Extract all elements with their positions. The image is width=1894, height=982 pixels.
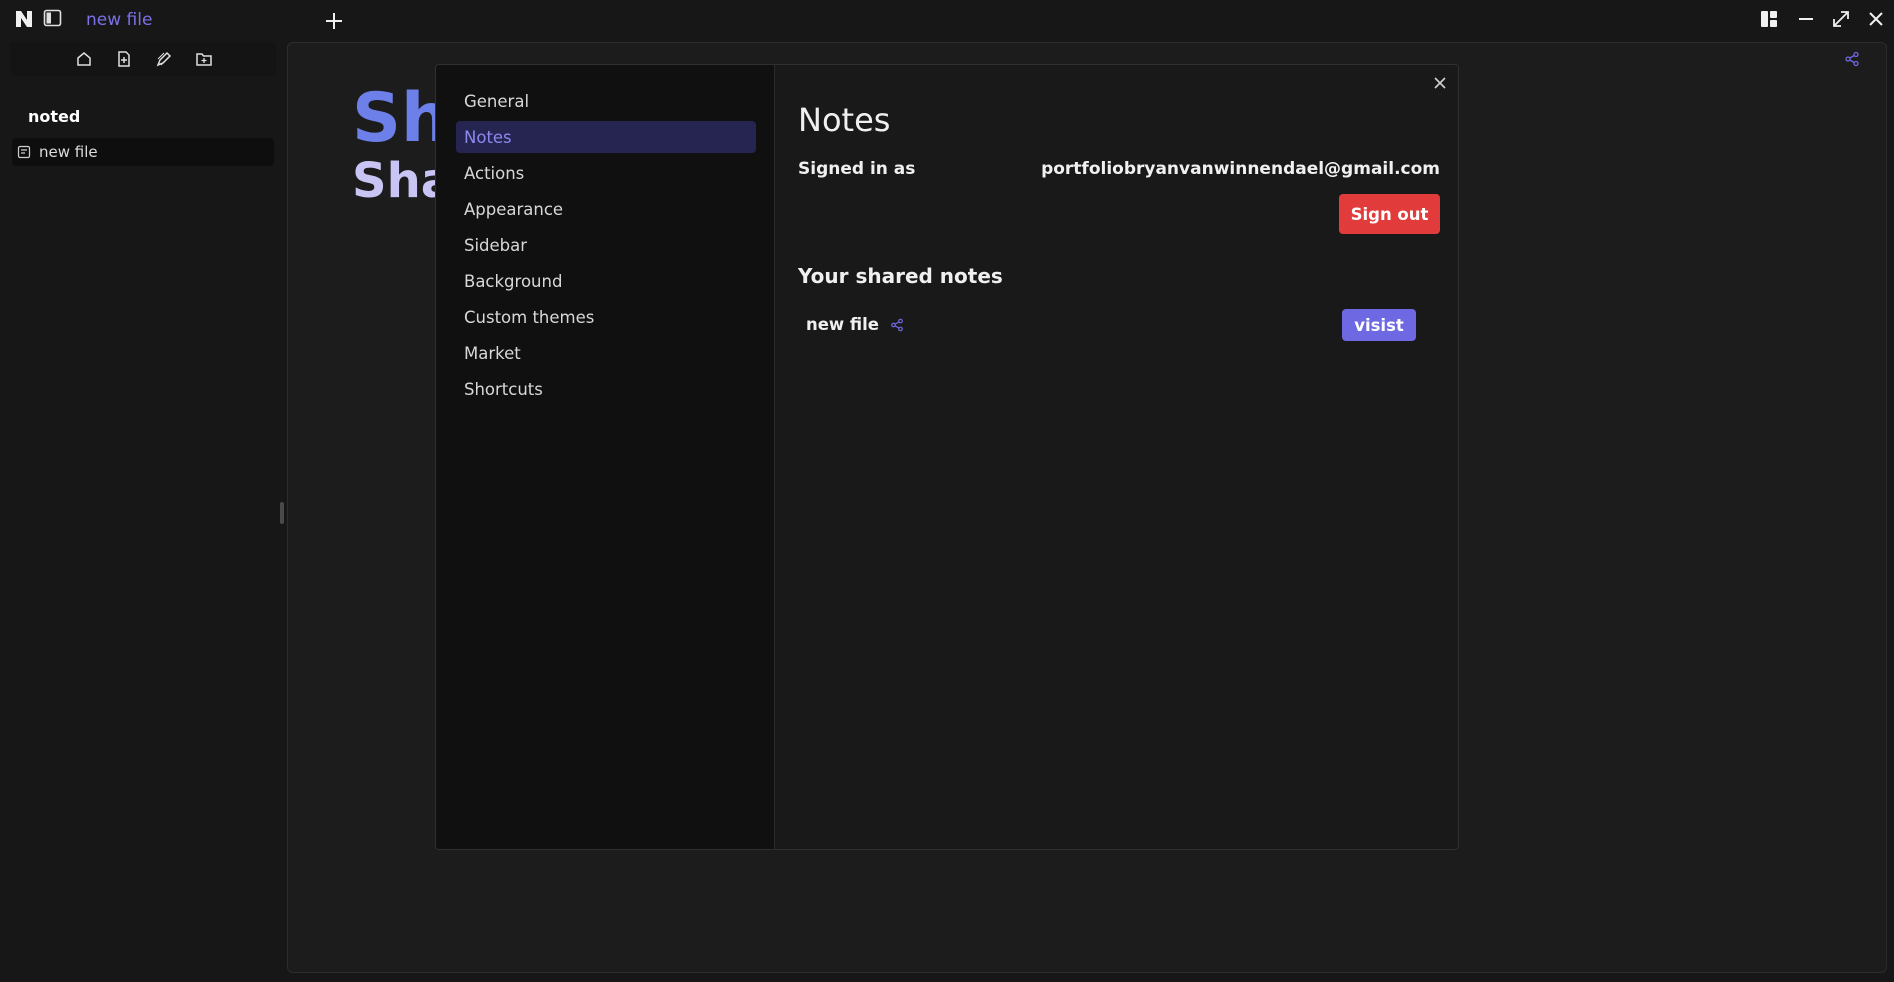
sidebar-resize-handle[interactable] xyxy=(280,502,284,524)
sidebar: noted new file xyxy=(0,42,286,982)
visit-shared-note-button[interactable]: visist xyxy=(1342,309,1416,341)
settings-nav-shortcuts[interactable]: Shortcuts xyxy=(456,373,756,405)
settings-nav-actions[interactable]: Actions xyxy=(456,157,756,189)
settings-content: Notes Signed in as portfoliobryanvanwinn… xyxy=(776,65,1458,849)
new-tab-plus-icon[interactable] xyxy=(322,9,346,33)
settings-page-title: Notes xyxy=(798,101,891,139)
sign-out-button[interactable]: Sign out xyxy=(1339,194,1440,234)
shared-note-row: new file visist xyxy=(806,309,1416,341)
note-file-icon xyxy=(17,145,31,159)
home-icon[interactable] xyxy=(75,50,93,68)
maximize-icon[interactable] xyxy=(1830,8,1852,30)
close-modal-icon[interactable] xyxy=(1430,73,1450,93)
app-window: new file noted new file Sh Sha General N… xyxy=(0,0,1894,982)
sidebar-file-item[interactable]: new file xyxy=(12,138,274,166)
sidebar-toggle-icon[interactable] xyxy=(43,9,62,27)
close-window-icon[interactable] xyxy=(1865,8,1887,30)
new-sketch-icon[interactable] xyxy=(155,50,173,68)
settings-nav-background[interactable]: Background xyxy=(456,265,756,297)
settings-nav-notes[interactable]: Notes xyxy=(456,121,756,153)
settings-nav-sidebar[interactable]: Sidebar xyxy=(456,229,756,261)
signed-in-label: Signed in as xyxy=(798,159,916,179)
signed-in-email: portfoliobryanvanwinnendael@gmail.com xyxy=(1041,159,1440,179)
workspace-name: noted xyxy=(28,107,81,126)
share-icon xyxy=(891,318,903,332)
sidebar-toolbar xyxy=(10,42,276,76)
title-bar: new file xyxy=(0,0,1894,42)
new-note-icon[interactable] xyxy=(115,50,133,68)
settings-nav: General Notes Actions Appearance Sidebar… xyxy=(436,65,775,849)
active-tab-title[interactable]: new file xyxy=(86,10,152,30)
sidebar-file-label: new file xyxy=(39,143,98,161)
settings-nav-appearance[interactable]: Appearance xyxy=(456,193,756,225)
app-logo-icon[interactable] xyxy=(14,9,34,29)
minimize-icon[interactable] xyxy=(1795,8,1817,30)
shared-note-name: new file xyxy=(806,315,880,334)
settings-modal: General Notes Actions Appearance Sidebar… xyxy=(435,64,1459,850)
settings-nav-custom-themes[interactable]: Custom themes xyxy=(456,301,756,333)
settings-nav-general[interactable]: General xyxy=(456,85,756,117)
shared-notes-heading: Your shared notes xyxy=(798,264,1003,288)
new-folder-icon[interactable] xyxy=(195,50,213,68)
share-icon[interactable] xyxy=(1844,51,1860,67)
layout-icon[interactable] xyxy=(1758,8,1780,30)
settings-nav-market[interactable]: Market xyxy=(456,337,756,369)
